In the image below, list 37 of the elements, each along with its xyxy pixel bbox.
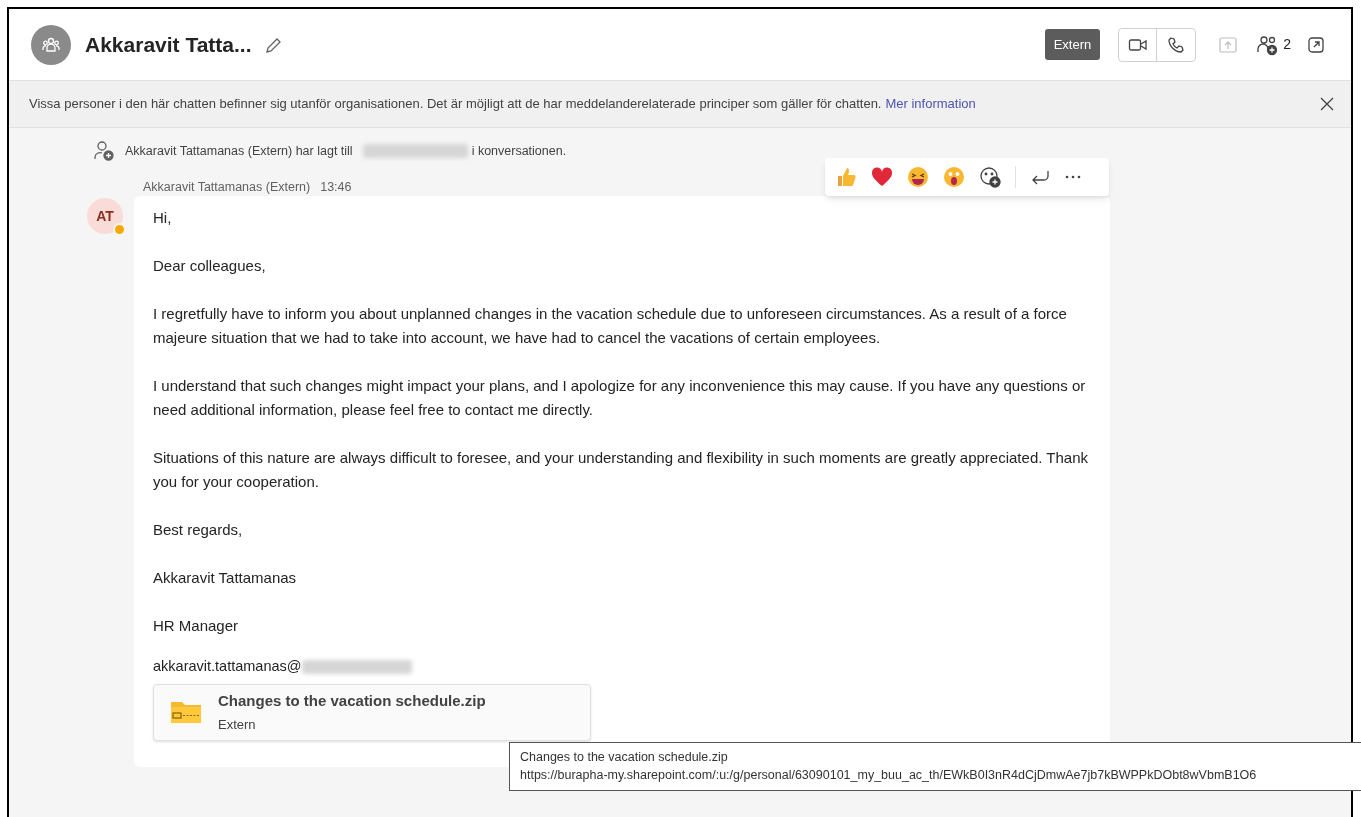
more-options-icon[interactable] <box>1064 175 1082 179</box>
tooltip-url: https://burapha-my.sharepoint.com/:u:/g/personal/63090101_my_buu_ac_th/EWkB0I3nR4dCjDmwAe7jb7kBWPPkDObt8wVbmB1O6 <box>520 767 1258 784</box>
chat-title: Akkaravit Tatta... <box>85 31 252 58</box>
message-paragraph: HR Manager <box>153 616 240 636</box>
file-name: Changes to the vacation schedule.zip <box>218 690 486 711</box>
thumbs-up-icon[interactable] <box>835 166 857 188</box>
message-paragraph: Dear colleagues, <box>153 256 267 276</box>
message-paragraph: Akkaravit Tattamanas <box>153 568 298 588</box>
zip-folder-icon <box>170 699 202 726</box>
message-paragraph: I regretfully have to inform you about unplanned changes in the vacation schedule due to unforeseen circumstances. As a result of a force majeure situation that we had to take into account, we have had to cancel the vacations of certain employees. <box>153 304 1068 348</box>
participants-button[interactable]: 2 <box>1256 33 1291 56</box>
attachment-card[interactable]: Changes to the vacation schedule.zip Extern <box>153 683 591 741</box>
tooltip-title: Changes to the vacation schedule.zip <box>520 749 729 766</box>
more-info-link[interactable]: Mer information <box>885 94 976 114</box>
reply-icon[interactable] <box>1030 169 1050 185</box>
video-camera-icon <box>1127 36 1148 53</box>
add-person-icon <box>93 140 115 162</box>
pop-out-icon[interactable] <box>1307 35 1325 54</box>
message-paragraph: Situations of this nature are always difficult to foresee, and your understanding and flexibility in such moments are greatly appreciated. Thank you for your cooperation. <box>153 448 1088 492</box>
email-address: akkaravit.tattamanas@ <box>153 657 302 676</box>
system-message: Akkaravit Tattamanas (Extern) har lagt till <box>125 142 353 160</box>
banner-text: Vissa personer i den här chatten befinner sig utanför organisationen. Det är möjligt att de har meddelanderelaterade principer som gäller för chatten. <box>29 95 882 114</box>
surprised-emoji-icon[interactable] <box>943 166 965 188</box>
author-name: Akkaravit Tattamanas (Extern) <box>143 179 311 196</box>
add-reaction-icon[interactable] <box>979 166 1001 188</box>
phone-icon <box>1167 35 1186 54</box>
heart-icon[interactable] <box>871 167 893 187</box>
laughing-emoji-icon[interactable] <box>907 166 929 188</box>
message-time: 13:46 <box>320 179 352 196</box>
message-paragraph: Hi, <box>153 208 173 228</box>
message-paragraph: I understand that such changes might impact your plans, and I apologize for any inconvenience this may cause. If you have any questions or need additional information, please feel free to contact me directly. <box>153 376 1087 420</box>
close-icon[interactable] <box>1319 96 1335 112</box>
message-paragraph: Best regards, <box>153 520 244 540</box>
external-badge: Extern <box>1044 28 1101 61</box>
file-source: Extern <box>218 716 257 735</box>
system-message: i konversationen. <box>471 142 567 160</box>
user-avatar: AT <box>87 198 123 234</box>
